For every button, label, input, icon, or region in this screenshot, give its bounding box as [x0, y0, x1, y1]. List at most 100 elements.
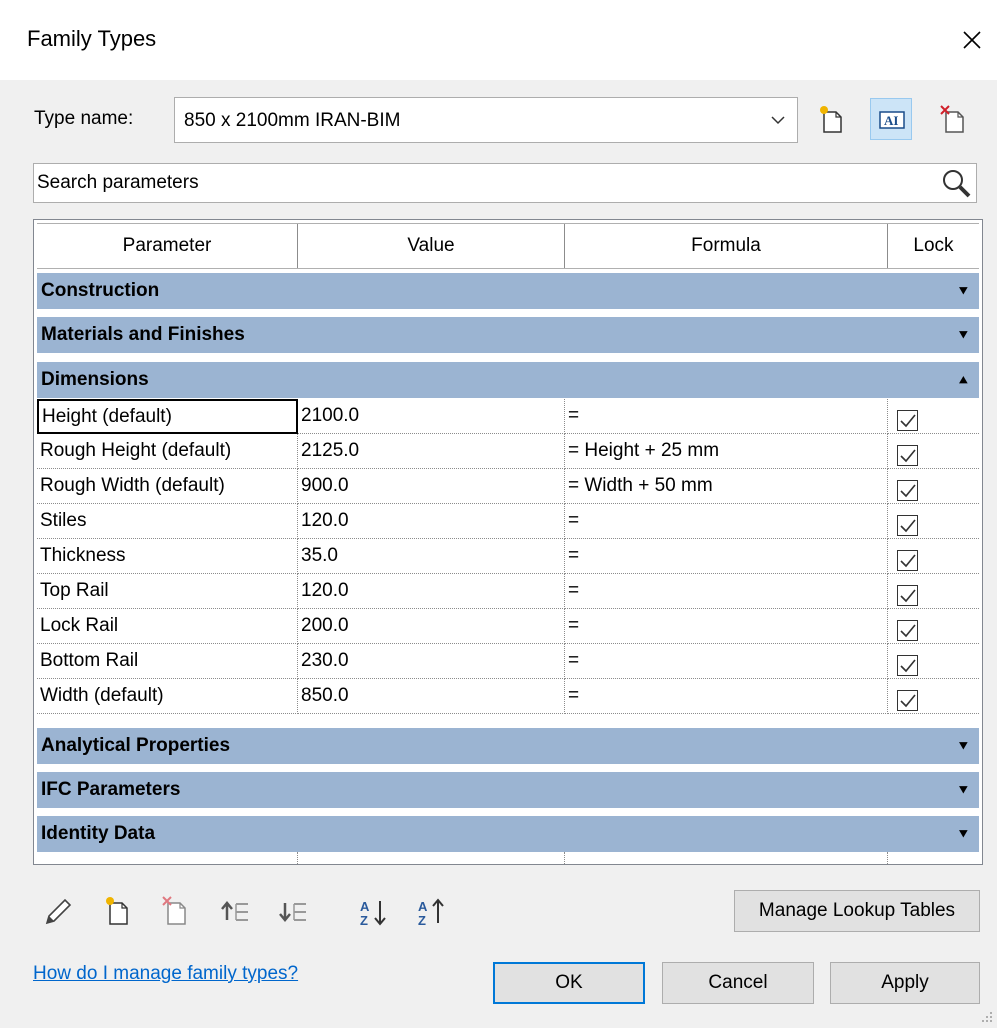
lock-checkbox[interactable] — [897, 410, 918, 431]
formula-cell[interactable]: = — [565, 644, 888, 679]
lock-cell — [888, 434, 979, 469]
table-row[interactable]: Width (default) 850.0 = — [37, 679, 979, 714]
lock-cell — [888, 539, 979, 574]
edit-parameter-button[interactable] — [40, 894, 76, 930]
table-row[interactable]: Top Rail 120.0 = — [37, 574, 979, 609]
help-link[interactable]: How do I manage family types? — [33, 963, 298, 985]
lock-cell — [888, 609, 979, 644]
group-label: Materials and Finishes — [41, 324, 245, 345]
search-input[interactable] — [37, 164, 927, 202]
value-cell[interactable]: 200.0 — [298, 609, 565, 644]
formula-cell[interactable]: = — [565, 504, 888, 539]
lock-checkbox[interactable] — [897, 550, 918, 571]
rename-type-icon: AI — [879, 111, 905, 129]
formula-cell[interactable]: = Width + 50 mm — [565, 469, 888, 504]
table-row[interactable]: Thickness 35.0 = — [37, 539, 979, 574]
expand-icon: ⯆︎ — [957, 738, 969, 754]
type-name-dropdown[interactable]: 850 x 2100mm IRAN-BIM — [174, 97, 798, 143]
parameters-grid: Parameter Value Formula Lock Constructio… — [33, 219, 983, 865]
svg-text:A: A — [418, 899, 428, 914]
table-row[interactable]: Stiles 120.0 = — [37, 504, 979, 539]
group-ifc-parameters[interactable]: IFC Parameters ⯆︎ — [37, 772, 979, 808]
parameter-cell[interactable]: Top Rail — [37, 574, 298, 609]
empty-cell — [298, 852, 565, 864]
group-label: Identity Data — [41, 823, 156, 844]
delete-type-button[interactable] — [932, 98, 974, 140]
value-cell[interactable]: 2125.0 — [298, 434, 565, 469]
sort-ascending-icon: A Z — [360, 899, 386, 928]
value-cell[interactable]: 120.0 — [298, 574, 565, 609]
sort-ascending-button[interactable]: A Z — [356, 894, 392, 930]
group-construction[interactable]: Construction ⯆︎ — [37, 273, 979, 309]
grid-header: Parameter Value Formula Lock — [37, 223, 979, 269]
value-cell[interactable]: 900.0 — [298, 469, 565, 504]
move-down-button[interactable] — [276, 894, 312, 930]
checkmark-icon — [900, 484, 916, 498]
new-parameter-button[interactable] — [100, 894, 136, 930]
move-down-icon — [279, 903, 306, 922]
lock-checkbox[interactable] — [897, 445, 918, 466]
group-materials-and-finishes[interactable]: Materials and Finishes ⯆︎ — [37, 317, 979, 353]
lock-checkbox[interactable] — [897, 690, 918, 711]
parameter-cell[interactable]: Width (default) — [37, 679, 298, 714]
column-header-value[interactable]: Value — [298, 224, 565, 268]
parameter-cell[interactable]: Rough Width (default) — [37, 469, 298, 504]
parameter-cell[interactable]: Height (default) — [37, 399, 298, 434]
new-parameter-icon — [106, 897, 128, 925]
new-type-button[interactable] — [810, 98, 852, 140]
formula-cell[interactable]: = — [565, 574, 888, 609]
group-analytical-properties[interactable]: Analytical Properties ⯆︎ — [37, 728, 979, 764]
resize-grip-icon[interactable] — [980, 1010, 994, 1024]
table-row[interactable]: Lock Rail 200.0 = — [37, 609, 979, 644]
group-dimensions[interactable]: Dimensions ⯅︎ — [37, 362, 979, 398]
rename-type-button[interactable]: AI — [870, 98, 912, 140]
parameter-cell[interactable]: Stiles — [37, 504, 298, 539]
column-header-lock[interactable]: Lock — [888, 224, 979, 268]
value-cell[interactable]: 35.0 — [298, 539, 565, 574]
parameter-cell[interactable]: Lock Rail — [37, 609, 298, 644]
lock-checkbox[interactable] — [897, 515, 918, 536]
dialog-title: Family Types — [27, 26, 157, 51]
manage-lookup-tables-button[interactable]: Manage Lookup Tables — [734, 890, 980, 932]
value-cell[interactable]: 2100.0 — [298, 399, 565, 434]
lock-checkbox[interactable] — [897, 655, 918, 676]
ok-button[interactable]: OK — [493, 962, 645, 1004]
delete-parameter-button[interactable] — [158, 894, 194, 930]
svg-text:Z: Z — [360, 913, 368, 928]
table-row[interactable]: Rough Height (default) 2125.0 = Height +… — [37, 434, 979, 469]
formula-cell[interactable]: = Height + 25 mm — [565, 434, 888, 469]
column-header-parameter[interactable]: Parameter — [37, 224, 298, 268]
value-cell[interactable]: 120.0 — [298, 504, 565, 539]
group-label: Dimensions — [41, 369, 149, 390]
value-cell[interactable]: 230.0 — [298, 644, 565, 679]
title-bar: Family Types — [0, 0, 997, 80]
delete-parameter-icon — [162, 896, 186, 925]
table-row[interactable]: Rough Width (default) 900.0 = Width + 50… — [37, 469, 979, 504]
parameter-cell[interactable]: Bottom Rail — [37, 644, 298, 679]
parameter-cell[interactable]: Thickness — [37, 539, 298, 574]
table-row[interactable]: Bottom Rail 230.0 = — [37, 644, 979, 679]
formula-cell[interactable]: = — [565, 539, 888, 574]
cancel-button[interactable]: Cancel — [662, 962, 814, 1004]
lock-checkbox[interactable] — [897, 620, 918, 641]
apply-button[interactable]: Apply — [830, 962, 980, 1004]
lock-checkbox[interactable] — [897, 480, 918, 501]
delete-type-icon — [940, 105, 964, 133]
grid-empty-row — [37, 852, 979, 864]
sort-descending-button[interactable]: A Z — [414, 894, 450, 930]
expand-icon: ⯆︎ — [957, 327, 969, 343]
parameter-cell[interactable]: Rough Height (default) — [37, 434, 298, 469]
value-cell[interactable]: 850.0 — [298, 679, 565, 714]
formula-cell[interactable]: = — [565, 679, 888, 714]
formula-cell[interactable]: = — [565, 609, 888, 644]
lock-checkbox[interactable] — [897, 585, 918, 606]
column-header-formula[interactable]: Formula — [565, 224, 888, 268]
table-row[interactable]: Height (default) 2100.0 = — [37, 399, 979, 434]
formula-cell[interactable]: = — [565, 399, 888, 434]
empty-cell — [565, 852, 888, 864]
group-identity-data[interactable]: Identity Data ⯆︎ — [37, 816, 979, 852]
close-button[interactable] — [950, 18, 994, 62]
group-label: IFC Parameters — [41, 779, 181, 800]
move-up-button[interactable] — [218, 894, 254, 930]
search-icon[interactable] — [940, 167, 972, 199]
